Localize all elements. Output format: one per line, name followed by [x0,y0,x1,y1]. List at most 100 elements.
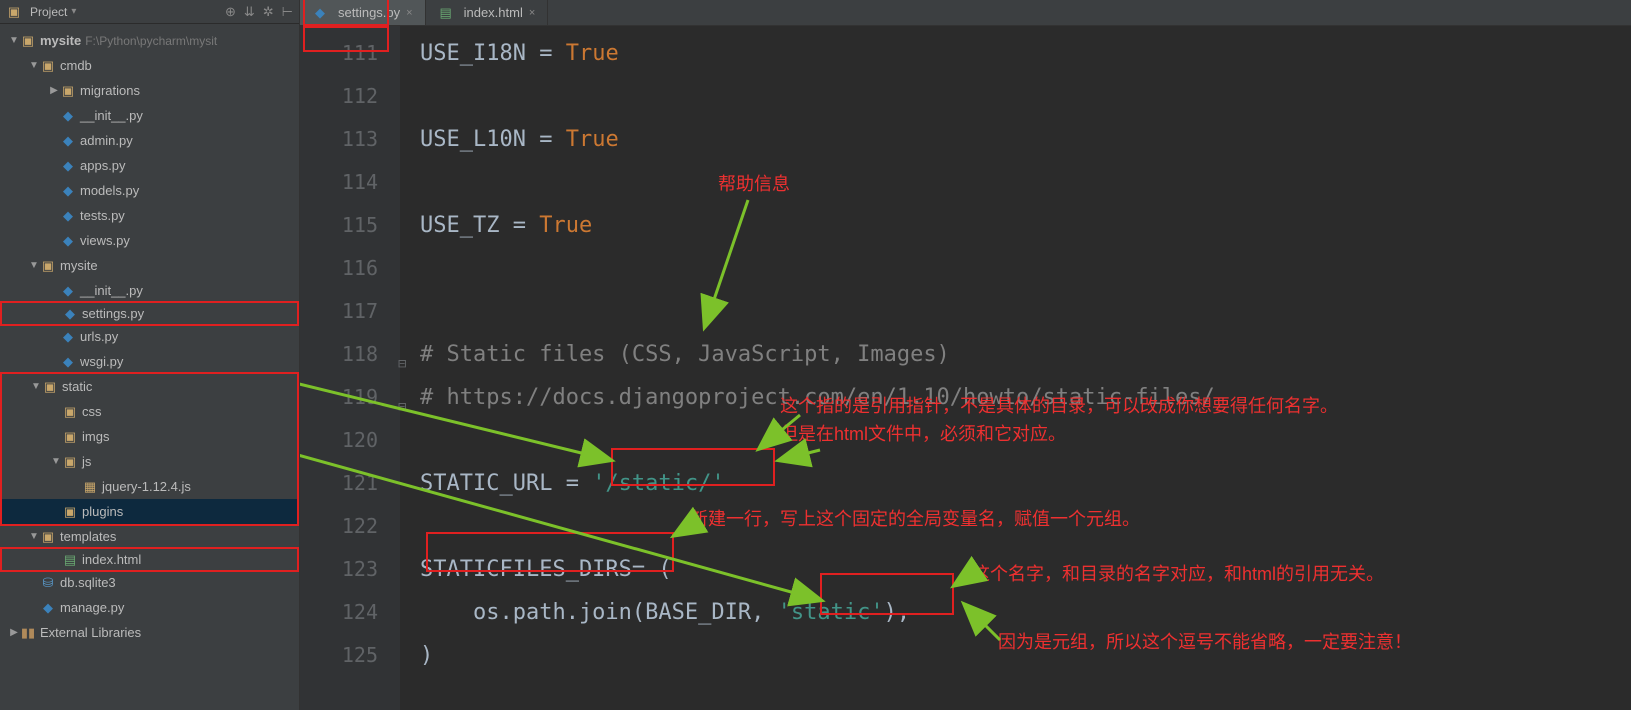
tree-label: js [82,450,91,474]
gear-icon[interactable]: ✲ [263,4,274,20]
tree-folder-static[interactable]: ▼ ▣ static [2,374,297,399]
folder-icon: ▣ [62,454,78,470]
tree-root-mysite[interactable]: ▼ ▣ mysite F:\Python\pycharm\mysit [0,28,299,53]
folder-icon: ▣ [40,258,56,274]
code-comment: # Static files (CSS, JavaScript, Images) [420,342,950,367]
code-text: os.path.join(BASE_DIR, [420,600,778,625]
tree-static-group-box: ▼ ▣ static ▣ css ▣ imgs ▼ ▣ js ▦ jquery-… [0,372,299,526]
folder-icon: ▣ [62,404,78,420]
code-text: USE_L10N = [420,127,566,152]
tree-label: __init__.py [80,279,143,303]
tree-label: imgs [82,425,109,449]
line-number: 124 [300,591,378,634]
tree-label: db.sqlite3 [60,571,116,595]
line-number: 114 [300,161,378,204]
python-file-icon: ◆ [62,306,78,322]
tree-file-tests[interactable]: ◆ tests.py [0,203,299,228]
tree-external-libs[interactable]: ▶ ▮▮ External Libraries [0,620,299,645]
chevron-down-icon[interactable]: ▼ [8,29,20,53]
tree-file-models[interactable]: ◆ models.py [0,178,299,203]
tree-folder-js[interactable]: ▼ ▣ js [2,449,297,474]
chevron-down-icon[interactable]: ▼ [28,254,40,278]
close-icon[interactable]: × [406,7,412,19]
tree-file-init[interactable]: ◆ __init__.py [0,103,299,128]
code-text: STATICFILES_DIRS [420,557,632,582]
code-line [420,419,1631,462]
tab-index[interactable]: ▤ index.html × [426,0,549,25]
tree-folder-cmdb[interactable]: ▼ ▣ cmdb [0,53,299,78]
tab-settings[interactable]: ◆ settings.py × [300,0,426,25]
editor-main: ◆ settings.py × ▤ index.html × 111 112 1… [300,0,1631,710]
python-file-icon: ◆ [312,5,328,21]
tree-file-db[interactable]: ⛁ db.sqlite3 [0,570,299,595]
folder-icon: ▣ [40,529,56,545]
tree-folder-css[interactable]: ▣ css [2,399,297,424]
line-number: 111 [300,32,378,75]
code-text: STATIC_URL = [420,471,592,496]
tree-folder-imgs[interactable]: ▣ imgs [2,424,297,449]
target-icon[interactable]: ⊕ [225,4,236,20]
line-number: 115 [300,204,378,247]
code-text: USE_I18N = [420,41,566,66]
tree-label: jquery-1.12.4.js [102,475,191,499]
line-number: 121 [300,462,378,505]
tab-label: settings.py [338,5,400,20]
code-keyword: True [539,213,592,238]
folder-icon: ▣ [40,58,56,74]
python-file-icon: ◆ [60,354,76,370]
tree-label: wsgi.py [80,350,123,374]
dropdown-icon[interactable]: ▾ [71,6,76,17]
fold-icon[interactable]: ⊟ [398,386,406,429]
tree-label: plugins [82,500,123,524]
tree-file-wsgi[interactable]: ◆ wsgi.py [0,349,299,374]
line-number: 120 [300,419,378,462]
code-line [420,290,1631,333]
line-number: 125 [300,634,378,677]
code-line [420,161,1631,204]
tree-folder-migrations[interactable]: ▶ ▣ migrations [0,78,299,103]
code-text: = ( [632,557,672,582]
python-file-icon: ◆ [40,600,56,616]
tree-file-init2[interactable]: ◆ __init__.py [0,278,299,303]
tree-folder-mysite[interactable]: ▼ ▣ mysite [0,253,299,278]
chevron-down-icon[interactable]: ▼ [50,450,62,474]
tree-folder-plugins[interactable]: ▣ plugins [2,499,297,524]
tree-folder-templates[interactable]: ▼ ▣ templates [0,524,299,549]
close-icon[interactable]: × [529,7,535,19]
tree-label: apps.py [80,154,126,178]
chevron-down-icon[interactable]: ▼ [28,525,40,549]
tree-label: static [62,375,92,399]
folder-icon: ▣ [62,429,78,445]
code-line [420,505,1631,548]
python-file-icon: ◆ [60,108,76,124]
tree-file-jquery[interactable]: ▦ jquery-1.12.4.js [2,474,297,499]
tree-file-settings[interactable]: ◆ settings.py [0,301,299,326]
code-line: USE_I18N = True [420,32,1631,75]
tree-file-manage[interactable]: ◆ manage.py [0,595,299,620]
code-text: ) [420,643,433,668]
tree-file-urls[interactable]: ◆ urls.py [0,324,299,349]
folder-icon: ▣ [60,83,76,99]
line-number: 113 [300,118,378,161]
chevron-down-icon[interactable]: ▼ [28,54,40,78]
chevron-right-icon[interactable]: ▶ [8,621,20,645]
tree-label: index.html [82,548,141,572]
tree-file-index[interactable]: ▤ index.html [0,547,299,572]
code-line: ⊟# Static files (CSS, JavaScript, Images… [420,333,1631,376]
hide-icon[interactable]: ⊢ [282,4,293,20]
tree-file-views[interactable]: ◆ views.py [0,228,299,253]
library-icon: ▮▮ [20,625,36,641]
tree-file-admin[interactable]: ◆ admin.py [0,128,299,153]
line-number: 123 [300,548,378,591]
python-file-icon: ◆ [60,133,76,149]
chevron-down-icon[interactable]: ▼ [30,375,42,399]
tree-label: settings.py [82,302,144,326]
tree-label: templates [60,525,116,549]
tree-label: models.py [80,179,139,203]
tree-label: views.py [80,229,130,253]
code-content[interactable]: USE_I18N = True USE_L10N = True USE_TZ =… [400,26,1631,710]
fold-icon[interactable]: ⊟ [398,343,406,386]
tree-file-apps[interactable]: ◆ apps.py [0,153,299,178]
collapse-icon[interactable]: ⇊ [244,4,255,20]
chevron-right-icon[interactable]: ▶ [48,79,60,103]
